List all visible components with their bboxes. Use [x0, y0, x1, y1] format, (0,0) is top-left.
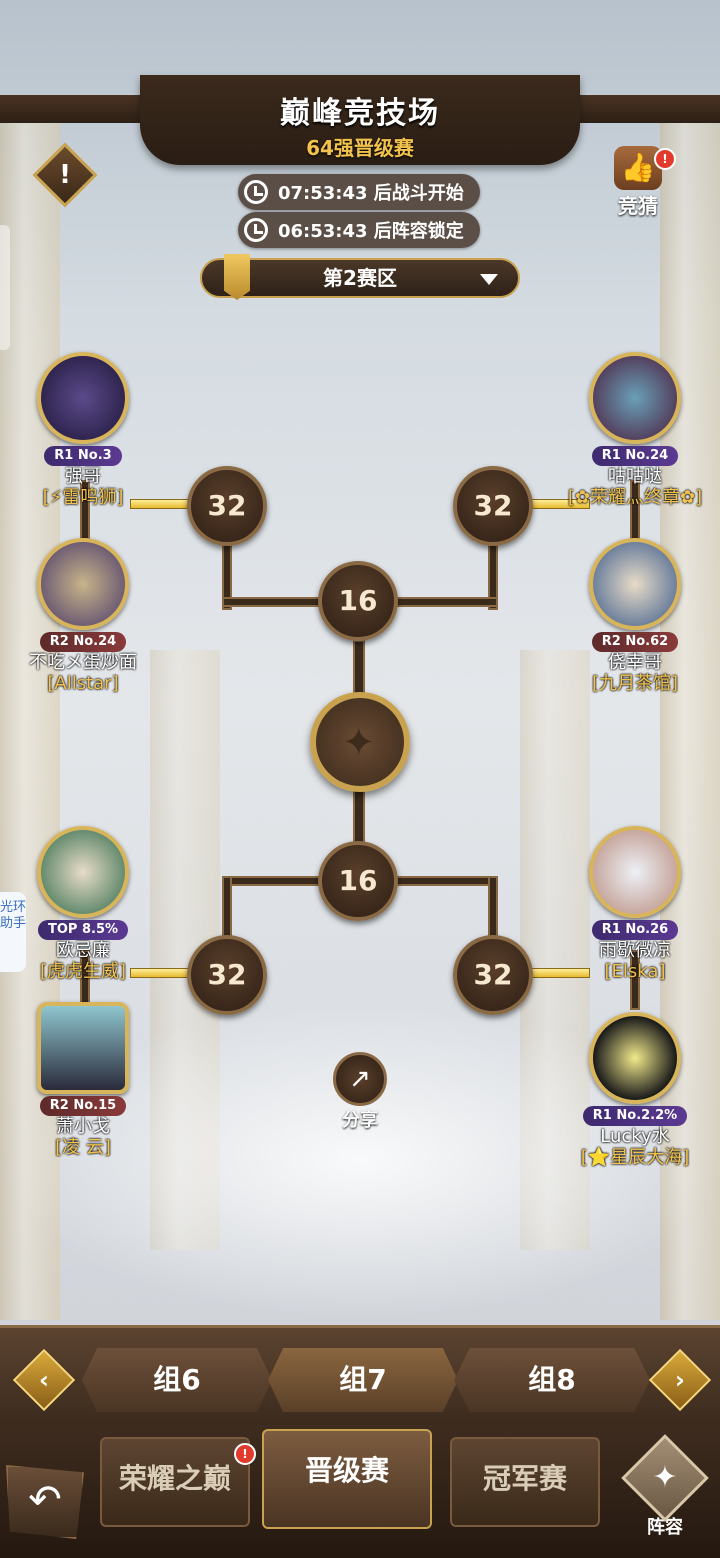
battle-start-timer: 07:53:43 后战斗开始	[238, 174, 480, 210]
avatar	[589, 352, 681, 444]
player-card[interactable]: R1 No.2.2% Lucky水 [⭐星辰大海]	[560, 1012, 710, 1169]
avatar	[37, 538, 129, 630]
group-tab-current[interactable]: 组7	[268, 1348, 458, 1412]
round-32-node[interactable]: 32	[453, 935, 533, 1015]
zone-label: 第2赛区	[323, 266, 397, 290]
tab-champion[interactable]: 冠军赛	[450, 1437, 600, 1527]
bottom-nav: ↶ 荣耀之巅 ! 晋级赛 冠军赛 ✦ 阵容	[0, 1425, 720, 1558]
guild-name: [Elska]	[604, 961, 666, 982]
group-selector: ‹ 组6 组7 组8 ›	[0, 1325, 720, 1428]
prev-group-button[interactable]: ‹	[12, 1348, 76, 1412]
avatar	[37, 1002, 129, 1094]
side-helper-tab[interactable]: 光环助手	[0, 892, 26, 972]
rank-badge: R1 No.24	[591, 446, 679, 466]
rank-badge: R2 No.24	[39, 632, 127, 652]
guild-name: [✿荣耀灬终章✿]	[567, 487, 703, 508]
share-button[interactable]: ↗ 分享	[330, 1052, 390, 1132]
rank-badge: R1 No.3	[44, 446, 122, 466]
player-card[interactable]: R2 No.62 侥幸哥 [九月茶馆]	[560, 538, 710, 695]
zone-flag-icon	[224, 254, 250, 300]
chevron-right-icon: ›	[675, 1366, 685, 1394]
round-32-node[interactable]: 32	[187, 466, 267, 546]
guild-name: [凌 云]	[55, 1137, 111, 1158]
tab-promotion[interactable]: 晋级赛	[262, 1429, 432, 1529]
clock-icon	[244, 180, 268, 204]
group-current-label: 组7	[339, 1363, 387, 1396]
tab-glory[interactable]: 荣耀之巅 !	[100, 1437, 256, 1527]
page-title: 巅峰竞技场	[280, 96, 440, 131]
guild-name: [Allstar]	[47, 673, 119, 694]
bracket-line	[353, 788, 365, 844]
player-card[interactable]: R1 No.26 雨歇微凉 [Elska]	[560, 826, 710, 983]
avatar	[37, 826, 129, 918]
rank-badge: R1 No.26	[591, 920, 679, 940]
player-card[interactable]: R1 No.24 咕咕哒 [✿荣耀灬终章✿]	[560, 352, 710, 509]
star-icon: ✦	[342, 720, 376, 766]
player-name: 欧忌廉	[56, 940, 110, 961]
header: 巅峰竞技场 64强晋级赛	[0, 0, 720, 170]
guess-label: 竞猜	[618, 194, 658, 218]
edge-handle[interactable]	[0, 225, 10, 350]
next-group-button[interactable]: ›	[648, 1348, 712, 1412]
player-name: 侥幸哥	[608, 652, 662, 673]
clock-icon	[244, 218, 268, 242]
rank-badge: TOP 8.5%	[37, 920, 129, 940]
share-label: 分享	[342, 1110, 378, 1131]
round-16-node[interactable]: 16	[318, 841, 398, 921]
player-name: 不吃メ蛋炒面	[29, 652, 137, 673]
final-trophy-slot[interactable]: ✦	[310, 692, 410, 792]
round-32-node[interactable]: 32	[187, 935, 267, 1015]
chevron-left-icon: ‹	[39, 1366, 49, 1394]
avatar	[589, 826, 681, 918]
round-16-node[interactable]: 16	[318, 561, 398, 641]
bracket-line	[222, 876, 232, 938]
battle-timer-text: 07:53:43 后战斗开始	[278, 183, 464, 204]
avatar	[589, 1012, 681, 1104]
round-32-node[interactable]: 32	[453, 466, 533, 546]
guild-name: [⚡雷鸣狮]	[42, 487, 124, 508]
rank-badge: R2 No.62	[591, 632, 679, 652]
guild-name: [九月茶馆]	[591, 673, 679, 694]
bracket-line	[353, 640, 365, 700]
lock-timer-text: 06:53:43 后阵容锁定	[278, 221, 464, 242]
zone-dropdown[interactable]: 第2赛区	[200, 254, 520, 300]
player-name: 雨歇微凉	[599, 940, 671, 961]
formation-button[interactable]: ✦ 阵容	[620, 1434, 710, 1547]
back-button[interactable]: ↶	[6, 1465, 84, 1539]
avatar	[589, 538, 681, 630]
exclamation-icon: !	[59, 160, 71, 190]
guild-name: [⭐星辰大海]	[580, 1147, 690, 1168]
group-tab-prev[interactable]: 组6	[82, 1348, 272, 1412]
guild-name: [虎虎生威]	[39, 961, 127, 982]
notification-badge: !	[654, 148, 676, 170]
chevron-down-icon	[480, 274, 498, 285]
notification-badge: !	[234, 1443, 256, 1465]
player-name: 强哥	[65, 466, 101, 487]
player-card[interactable]: R2 No.24 不吃メ蛋炒面 [Allstar]	[8, 538, 158, 695]
share-icon: ↗	[333, 1052, 387, 1106]
player-card[interactable]: TOP 8.5% 欧忌廉 [虎虎生威]	[8, 826, 158, 983]
player-name: 咕咕哒	[608, 466, 662, 487]
formation-icon: ✦	[621, 1434, 709, 1522]
rank-badge: R1 No.2.2%	[582, 1106, 688, 1126]
player-name: Lucky水	[600, 1126, 670, 1147]
bracket-line	[488, 876, 498, 938]
group-tab-next[interactable]: 组8	[454, 1348, 650, 1412]
player-card[interactable]: R1 No.3 强哥 [⚡雷鸣狮]	[8, 352, 158, 509]
rank-badge: R2 No.15	[39, 1096, 127, 1116]
player-name: 萧小戈	[56, 1116, 110, 1137]
lineup-lock-timer: 06:53:43 后阵容锁定	[238, 212, 480, 248]
player-card[interactable]: R2 No.15 萧小戈 [凌 云]	[8, 1002, 158, 1159]
tab-glory-label: 荣耀之巅	[118, 1462, 231, 1495]
guess-button[interactable]: 👍 竞猜 !	[608, 146, 676, 218]
avatar	[37, 352, 129, 444]
